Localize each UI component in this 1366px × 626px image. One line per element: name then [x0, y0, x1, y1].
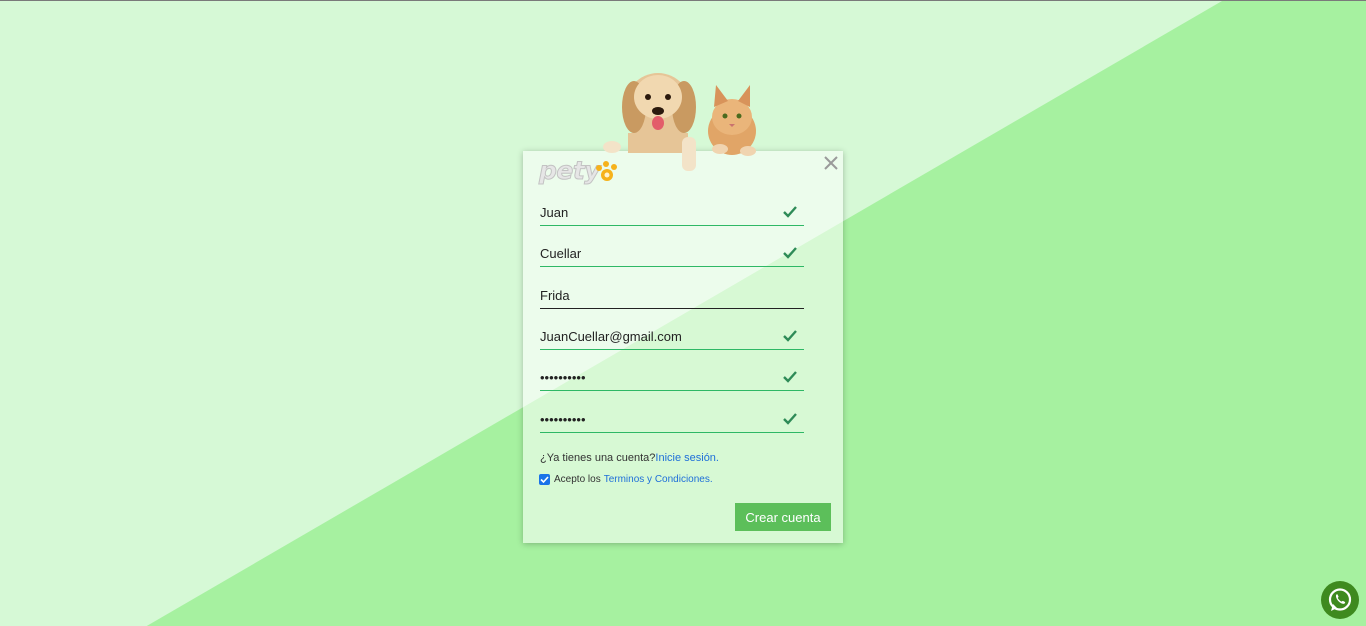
have-account-text: ¿Ya tienes una cuenta? — [540, 452, 656, 464]
password-input[interactable] — [540, 366, 770, 388]
last-name-input[interactable] — [540, 242, 770, 264]
whatsapp-icon — [1328, 588, 1352, 611]
check-icon — [783, 247, 797, 259]
email-field — [540, 325, 804, 350]
cat-image — [708, 85, 756, 156]
check-icon — [783, 371, 797, 383]
first-name-field — [540, 201, 804, 226]
terms-link[interactable]: Terminos y Condiciones. — [604, 474, 713, 485]
create-account-button[interactable]: Crear cuenta — [735, 503, 831, 531]
have-account-line: ¿Ya tienes una cuenta?Inicie sesión. — [540, 452, 719, 464]
confirm-password-input[interactable] — [540, 408, 770, 430]
whatsapp-button[interactable] — [1321, 581, 1359, 619]
last-name-field — [540, 242, 804, 267]
check-icon — [783, 330, 797, 342]
signup-modal: pety Juan Cuellar Frida JuanCuellar@gmai… — [523, 151, 843, 543]
terms-line: Acepto los Terminos y Condiciones. — [539, 474, 713, 485]
terms-prefix: Acepto los — [554, 474, 601, 485]
confirm-password-field — [540, 408, 804, 433]
password-field — [540, 366, 804, 391]
pet-name-input[interactable] — [540, 284, 770, 306]
page: pety Juan Cuellar Frida JuanCuellar@gmai… — [0, 0, 1366, 626]
logo-text: pety — [538, 156, 601, 186]
dog-image — [603, 73, 696, 171]
first-name-input[interactable] — [540, 201, 770, 223]
login-link[interactable]: Inicie sesión. — [655, 452, 719, 464]
email-input[interactable] — [540, 325, 770, 347]
checkbox-check-icon — [540, 476, 549, 484]
check-icon — [783, 206, 797, 218]
check-icon — [783, 413, 797, 425]
pet-name-field — [540, 284, 804, 309]
close-icon[interactable] — [822, 154, 840, 172]
terms-checkbox[interactable] — [539, 474, 550, 485]
pets-illustration — [603, 73, 756, 171]
